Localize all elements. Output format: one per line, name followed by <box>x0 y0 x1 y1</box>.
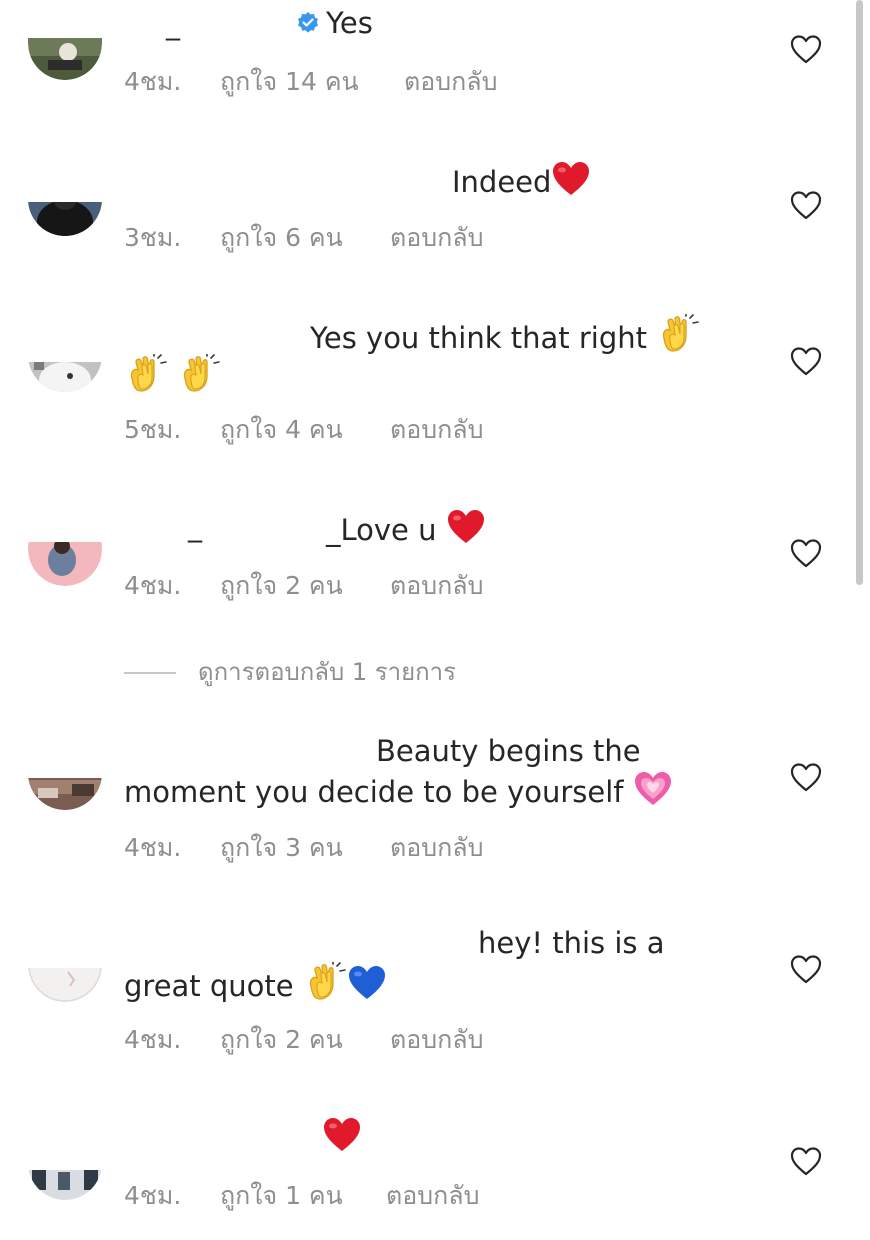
avatar[interactable] <box>28 542 102 586</box>
clapping-hands-emoji <box>303 962 347 1002</box>
comment-text: Indeed <box>452 160 591 201</box>
comment-time: 5ชม. <box>124 415 182 444</box>
blue-heart-emoji <box>347 964 387 1002</box>
likes-count[interactable]: ถูกใจ 1 คน <box>220 1176 343 1216</box>
avatar[interactable] <box>28 202 102 236</box>
heart-outline-icon <box>790 954 822 984</box>
comment-text-line1: Beauty begins the <box>376 734 641 768</box>
comment-text-line1: hey! this is a <box>478 926 665 960</box>
reply-button[interactable]: ตอบกลับ <box>386 1176 479 1216</box>
avatar[interactable] <box>28 362 102 392</box>
comment-body: moment you decide to be yourself <box>124 775 624 809</box>
growing-heart-emoji <box>633 770 673 808</box>
comment-time: 3ชม. <box>124 223 182 252</box>
comment-text: _Love u <box>326 508 486 549</box>
comment-body: Love u <box>340 513 437 547</box>
reply-button[interactable]: ตอบกลับ <box>390 218 483 258</box>
comment-text-line2: moment you decide to be yourself <box>124 770 673 811</box>
red-heart-emoji <box>551 160 591 198</box>
like-button[interactable] <box>790 34 822 64</box>
username-mark[interactable]: _ <box>326 513 341 547</box>
comment-time: 4ชม. <box>124 833 182 862</box>
comment-time: 4ชม. <box>124 67 182 96</box>
heart-outline-icon <box>790 190 822 220</box>
verified-badge-icon <box>296 6 320 33</box>
comment-body: Indeed <box>452 165 552 199</box>
like-button[interactable] <box>790 1146 822 1176</box>
likes-count[interactable]: ถูกใจ 2 คน <box>220 566 343 606</box>
like-button[interactable] <box>790 762 822 792</box>
comment-text: Yes you think that right <box>310 314 700 357</box>
avatar[interactable] <box>28 778 102 810</box>
scrollbar[interactable] <box>856 0 863 585</box>
red-heart-emoji <box>322 1116 362 1154</box>
view-replies-label[interactable]: ดูการตอบกลับ 1 รายการ <box>198 658 456 686</box>
comment-time: 4ชม. <box>124 1181 182 1210</box>
comment-time: 4ชม. <box>124 571 182 600</box>
avatar[interactable] <box>28 968 102 1002</box>
likes-count[interactable]: ถูกใจ 4 คน <box>220 410 343 450</box>
likes-count[interactable]: ถูกใจ 3 คน <box>220 828 343 868</box>
like-button[interactable] <box>790 954 822 984</box>
heart-outline-icon <box>790 538 822 568</box>
comment-body: Yes <box>326 6 373 40</box>
avatar[interactable] <box>28 38 102 80</box>
likes-count[interactable]: ถูกใจ 14 คน <box>220 62 359 102</box>
likes-count[interactable]: ถูกใจ 2 คน <box>220 1020 343 1060</box>
heart-outline-icon <box>790 762 822 792</box>
comment-body: great quote <box>124 969 294 1003</box>
like-button[interactable] <box>790 538 822 568</box>
heart-outline-icon <box>790 34 822 64</box>
heart-outline-icon <box>790 346 822 376</box>
like-button[interactable] <box>790 346 822 376</box>
clapping-hands-emoji <box>124 354 168 394</box>
clapping-hands-emoji <box>177 354 221 394</box>
likes-count[interactable]: ถูกใจ 6 คน <box>220 218 343 258</box>
reply-button[interactable]: ตอบกลับ <box>390 410 483 450</box>
clapping-hands-emoji <box>656 314 700 354</box>
comment-text-line2: great quote <box>124 962 387 1005</box>
view-replies-button[interactable]: ดูการตอบกลับ 1 รายการ <box>124 652 456 691</box>
comment-text: Yes <box>296 4 373 42</box>
like-button[interactable] <box>790 190 822 220</box>
avatar[interactable] <box>28 1170 102 1200</box>
heart-outline-icon <box>790 1146 822 1176</box>
comment-body: Yes you think that right <box>310 321 647 355</box>
red-heart-emoji <box>446 508 486 546</box>
reply-button[interactable]: ตอบกลับ <box>404 62 497 102</box>
comment-emoji-line <box>124 354 221 397</box>
username-mark[interactable]: _ <box>166 8 180 41</box>
reply-button[interactable]: ตอบกลับ <box>390 566 483 606</box>
username-mark[interactable]: _ <box>188 510 202 543</box>
reply-button[interactable]: ตอบกลับ <box>390 1020 483 1060</box>
comment-time: 4ชม. <box>124 1025 182 1054</box>
divider <box>124 672 176 674</box>
reply-button[interactable]: ตอบกลับ <box>390 828 483 868</box>
comment-text <box>322 1116 362 1157</box>
